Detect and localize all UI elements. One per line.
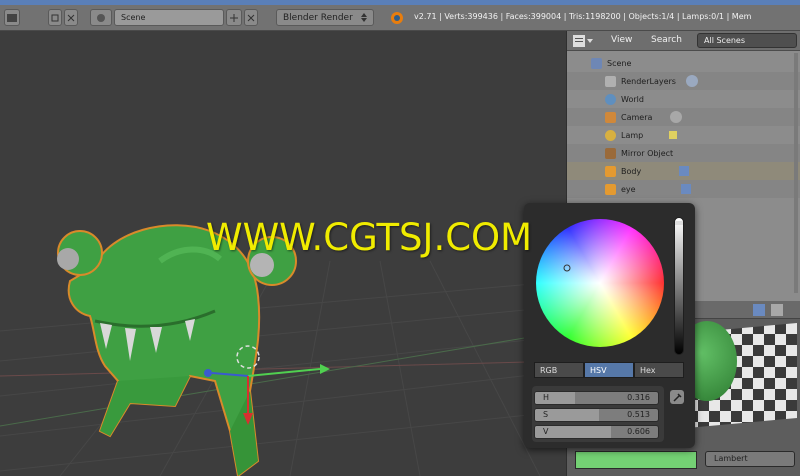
color-picker-popup: RGB HSV Hex H 0.316 S 0.513 V 0.606 [524,203,695,448]
y-axis-line [0,330,566,427]
screen-prev-button[interactable] [48,9,62,26]
outliner-item-world[interactable]: World [567,90,800,108]
material-tab-icon[interactable] [753,304,765,316]
empty-object-icon [605,147,616,159]
outliner-search-menu[interactable]: Search [651,35,682,45]
outliner-item-scene[interactable]: Scene [567,54,800,72]
renderlayers-icon [605,75,616,87]
value-slider-handle[interactable] [675,221,683,225]
blender-logo-icon [391,12,403,24]
value-label: V [543,427,549,436]
hue-label: H [543,393,550,402]
info-icon [7,13,17,22]
render-icon[interactable] [685,75,698,87]
texture-tab-icon[interactable] [771,304,783,316]
outliner-item-lamp[interactable]: Lamp [567,126,800,144]
outliner-scrollbar[interactable] [794,53,798,293]
wheel-cursor-icon[interactable] [562,263,572,273]
lamp-icon [605,129,616,141]
x-icon [247,14,255,21]
saturation-value: 0.513 [627,410,650,419]
diffuse-color-swatch[interactable] [575,451,697,469]
mesh-object-icon [605,165,616,177]
saturation-label: S [543,410,549,419]
plus-icon [230,13,238,22]
lamp-data-icon[interactable] [669,131,678,139]
world-icon [605,93,616,105]
mesh-object-icon [605,183,616,195]
scene-browse-button[interactable] [90,9,112,26]
outliner-item-label: Lamp [621,130,644,140]
eyedropper-icon [672,392,682,402]
render-engine-text: Blender Render [283,12,353,23]
info-header: Scene Blender Render v2.71 | Verts:39943… [0,5,800,31]
watermark-text: WWW.CGTSJ.COM [206,216,533,259]
outliner-item-mirror-object[interactable]: Mirror Object [567,144,800,162]
eyedropper-button[interactable] [670,390,684,404]
hue-value: 0.316 [627,393,650,402]
render-engine-select[interactable]: Blender Render [276,9,374,26]
gizmo-z-handle-icon[interactable] [204,369,212,377]
x-axis-line [0,360,566,377]
outliner-item-label: Mirror Object [621,148,674,158]
add-scene-button[interactable] [226,9,242,26]
wrench-icon[interactable] [680,184,691,194]
green-creature-model[interactable] [57,224,297,476]
outliner-item-camera[interactable]: Camera [567,108,800,126]
hue-slider[interactable]: H 0.316 [534,391,659,405]
mode-tab-hex[interactable]: Hex [634,362,684,378]
hsv-color-wheel[interactable] [536,219,664,347]
close-icon [67,14,75,21]
scene-name-field[interactable]: Scene [114,9,224,26]
mode-tab-rgb[interactable]: RGB [534,362,584,378]
scene-statistics: v2.71 | Verts:399436 | Faces:399004 | Tr… [414,12,752,21]
wrench-icon[interactable] [679,166,690,176]
color-mode-tabs: RGB HSV Hex [534,362,684,378]
outliner-item-label: World [621,94,644,104]
outliner-item-label: Camera [621,112,653,122]
saturation-slider[interactable]: S 0.513 [534,408,659,422]
editor-type-button[interactable] [4,9,20,26]
camera-data-icon[interactable] [670,111,683,123]
value-slider[interactable] [674,217,684,355]
scene-name-text: Scene [121,13,146,22]
scene-item-icon [591,57,602,69]
screen-next-button[interactable] [64,9,78,26]
layout-icon [51,14,59,21]
value-value: 0.606 [627,427,650,436]
gizmo-y-arrow-icon[interactable] [320,364,330,374]
mode-tab-hsv[interactable]: HSV [584,362,634,378]
outliner-item-renderlayers[interactable]: RenderLayers [567,72,800,90]
outliner-filter-select[interactable]: All Scenes [697,33,797,48]
outliner-item-label: Scene [607,58,632,68]
outliner-item-eye[interactable]: eye [567,180,800,198]
camera-icon [605,111,616,123]
outliner-item-body[interactable]: Body [567,162,800,180]
outliner-item-label: Body [621,166,642,176]
value-number-slider[interactable]: V 0.606 [534,425,659,439]
updown-arrows-icon [361,13,367,22]
diffuse-shader-select[interactable]: Lambert [705,451,795,467]
outliner-item-label: RenderLayers [621,76,676,86]
outliner-editor-icon[interactable] [573,35,593,47]
delete-scene-button[interactable] [244,9,258,26]
outliner-header: View Search All Scenes [567,31,800,51]
outliner-view-menu[interactable]: View [611,35,632,45]
scene-icon [97,13,105,22]
outliner-item-label: eye [621,184,636,194]
